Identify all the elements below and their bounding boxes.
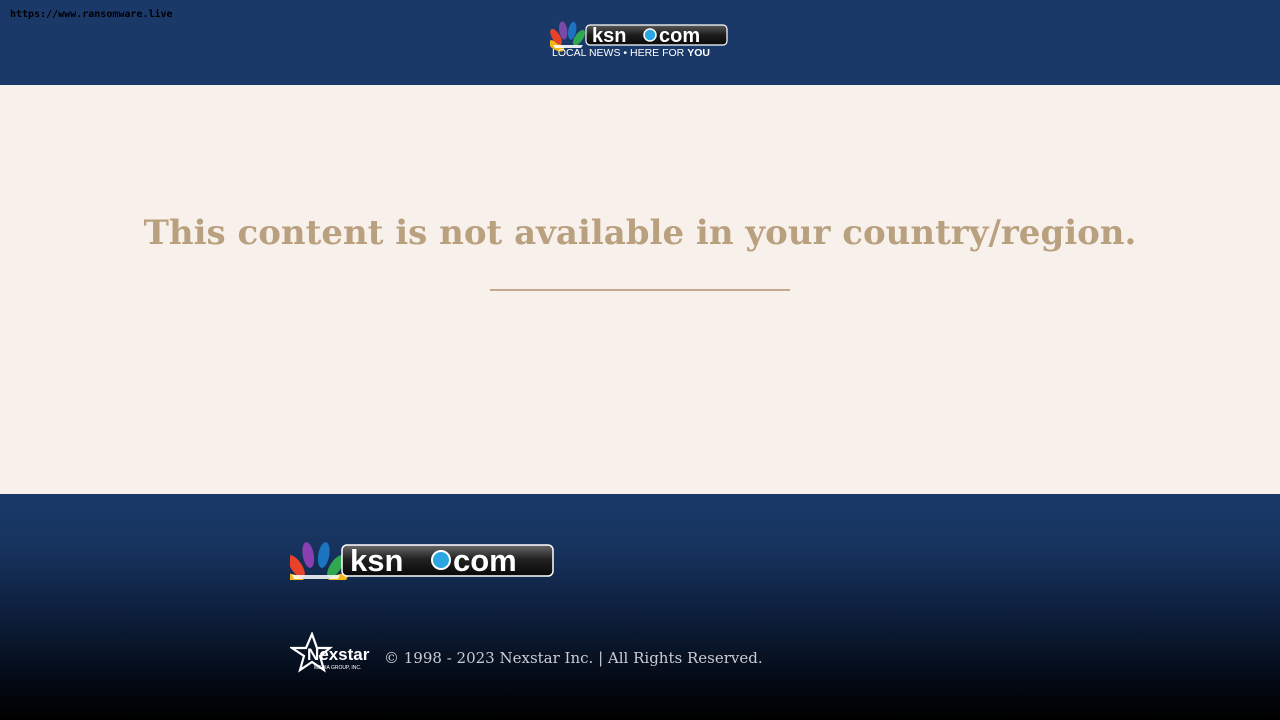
logo-wordmark-com: com <box>659 25 700 47</box>
logo-wordmark-com: com <box>453 543 517 578</box>
ksn-header-logo[interactable]: ksn com LOCAL NEWS • HERE FOR YOU <box>550 21 730 59</box>
svg-text:LOCAL NEWS • HERE: LOCAL NEWS • HERE FOR YOU <box>552 47 710 59</box>
logo-wordmark-ksn: ksn <box>592 25 626 47</box>
site-header: ksn com LOCAL NEWS • HERE FOR YOU <box>0 0 1280 85</box>
url-watermark: https://www.ransomware.live <box>10 9 173 20</box>
message-divider <box>490 289 790 291</box>
nexstar-logo[interactable]: Nexstar MEDIA GROUP, INC. <box>290 632 370 676</box>
nexstar-subtitle: MEDIA GROUP, INC. <box>314 665 361 671</box>
geo-block-message: This content is not available in your co… <box>143 213 1137 253</box>
main-content: This content is not available in your co… <box>0 85 1280 494</box>
logo-wordmark-ksn: ksn <box>350 543 403 578</box>
ksn-footer-logo[interactable]: ksn com <box>290 542 556 580</box>
copyright-text: © 1998 - 2023 Nexstar Inc. | All Rights … <box>384 649 763 667</box>
logo-tagline-separator: • <box>623 47 627 59</box>
nexstar-name: Nexstar <box>307 645 370 664</box>
logo-tagline-prefix: LOCAL NEWS <box>552 47 620 59</box>
site-footer: ksn com Nexstar MEDIA GROUP, INC. © 1998… <box>0 494 1280 720</box>
logo-tagline-middle: HERE FOR <box>630 47 685 59</box>
logo-tagline-emphasis: YOU <box>687 47 710 59</box>
nbc-peacock-icon <box>290 542 348 580</box>
